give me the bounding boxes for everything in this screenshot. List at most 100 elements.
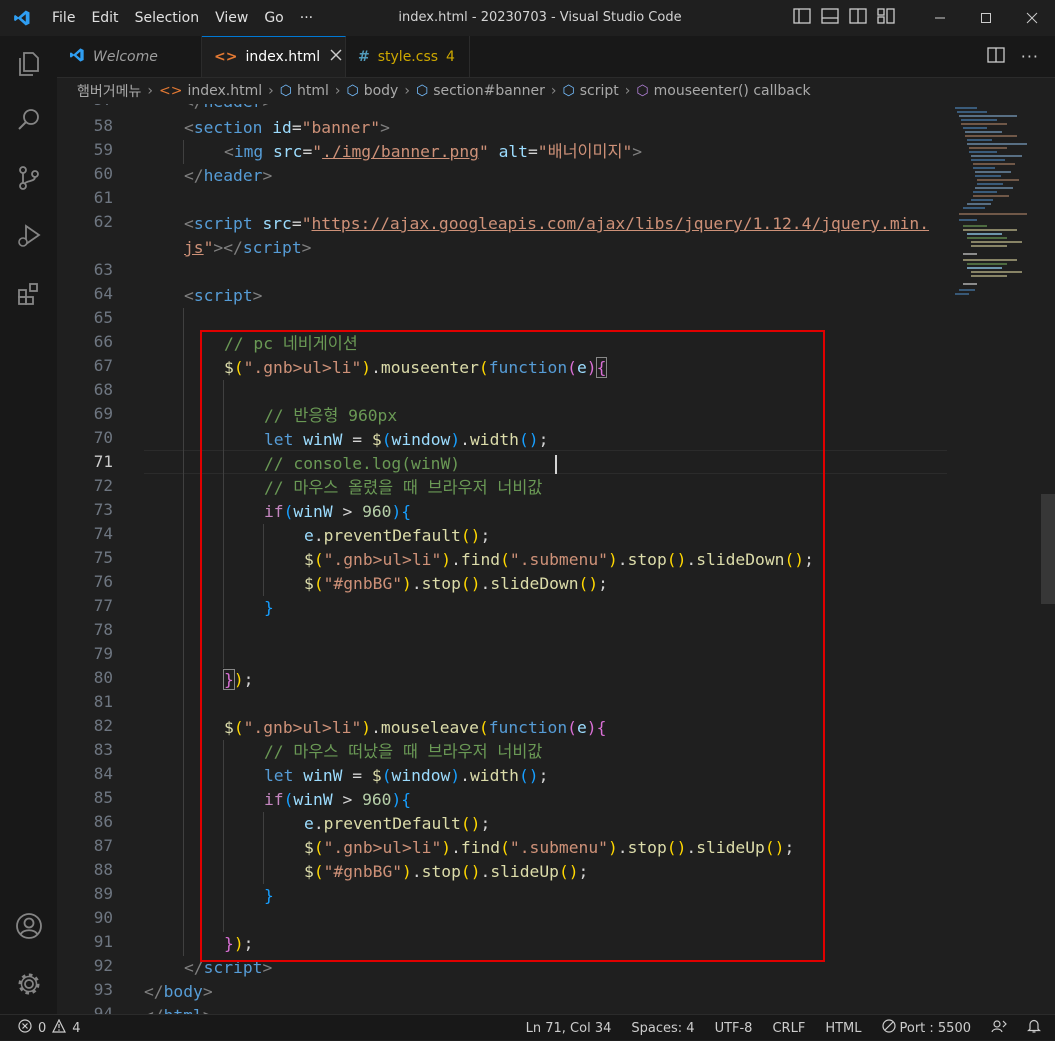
symbol-element-icon: ⬡ <box>279 83 292 99</box>
css-icon: # <box>358 48 370 65</box>
line-number: 84 <box>93 764 113 783</box>
code-link[interactable]: https://ajax.googleapis.com/ajax/libs/jq… <box>312 214 930 233</box>
line-number: 62 <box>93 212 113 231</box>
chevron-right-icon: › <box>268 83 274 99</box>
line-number: 78 <box>93 620 113 639</box>
breadcrumb-folder[interactable]: 햄버거메뉴 <box>77 81 141 101</box>
vertical-scrollbar[interactable] <box>1041 494 1055 604</box>
minimap[interactable] <box>947 104 1047 1014</box>
search-icon[interactable] <box>0 96 57 144</box>
html-icon: <> <box>214 49 238 65</box>
line-number: 60 <box>93 164 113 183</box>
code-line: </html> <box>144 1004 213 1014</box>
line-number: 94 <box>93 1004 113 1014</box>
breadcrumb-body[interactable]: ⬡ body <box>346 83 398 99</box>
line-number-current: 71 <box>93 452 113 471</box>
run-debug-icon[interactable] <box>0 212 57 260</box>
breadcrumb-section[interactable]: ⬡ section#banner <box>416 83 545 99</box>
minimize-icon[interactable] <box>917 0 963 36</box>
line-number: 92 <box>93 956 113 975</box>
line-number: 82 <box>93 716 113 735</box>
line-number: 65 <box>93 308 113 327</box>
code-line: <img src="./img/banner.png" alt="배너이미지"> <box>224 142 643 161</box>
toggle-panel-icon[interactable] <box>821 8 839 28</box>
line-number: 85 <box>93 788 113 807</box>
manage-gear-icon[interactable] <box>0 960 57 1008</box>
line-number: 72 <box>93 476 113 495</box>
code-line: </header> <box>184 166 273 185</box>
tab-label: index.html <box>245 49 321 65</box>
menu-selection[interactable]: Selection <box>127 0 208 36</box>
code-line: <section id="banner"> <box>184 118 390 137</box>
status-bar: 0 4 Ln 71, Col 34 Spaces: 4 UTF-8 CRLF H… <box>0 1014 1055 1040</box>
maximize-icon[interactable] <box>963 0 1009 36</box>
cursor-position[interactable]: Ln 71, Col 34 <box>526 1021 612 1036</box>
more-actions-icon[interactable]: ··· <box>1021 47 1039 66</box>
error-icon <box>18 1019 32 1037</box>
warning-icon <box>52 1018 67 1037</box>
line-number: 91 <box>93 932 113 951</box>
extensions-icon[interactable] <box>0 270 57 318</box>
toggle-primary-sidebar-icon[interactable] <box>793 8 811 28</box>
code-line: <script> <box>184 286 263 305</box>
close-window-icon[interactable] <box>1009 0 1055 36</box>
line-number: 64 <box>93 284 113 303</box>
line-number: 86 <box>93 812 113 831</box>
close-tab-icon[interactable] <box>330 49 342 65</box>
symbol-element-icon: ⬡ <box>346 83 359 99</box>
vscode-icon <box>69 47 85 67</box>
code-link[interactable]: ./img/banner.png <box>322 142 479 161</box>
toggle-secondary-sidebar-icon[interactable] <box>849 8 867 28</box>
line-number: 81 <box>93 692 113 711</box>
breadcrumb-callback[interactable]: ⬡ mouseenter() callback <box>636 83 810 99</box>
end-of-line[interactable]: CRLF <box>772 1021 805 1036</box>
source-control-icon[interactable] <box>0 154 57 202</box>
breadcrumb-file[interactable]: <> index.html <box>159 83 262 99</box>
menu-edit[interactable]: Edit <box>83 0 126 36</box>
line-number: 63 <box>93 260 113 279</box>
code-line: <script src="https://ajax.googleapis.com… <box>184 214 930 233</box>
line-number: 83 <box>93 740 113 759</box>
breadcrumb: 햄버거메뉴 › <> index.html › ⬡ html › ⬡ body › ⬡… <box>57 78 1055 104</box>
encoding[interactable]: UTF-8 <box>715 1021 753 1036</box>
customize-layout-icon[interactable] <box>877 8 895 28</box>
code-string: "banner" <box>301 118 381 137</box>
notifications-bell-icon[interactable] <box>1027 1019 1041 1037</box>
line-number: 66 <box>93 332 113 351</box>
code-string: "배너이미지" <box>537 142 633 161</box>
chevron-right-icon: › <box>147 83 154 99</box>
breadcrumb-label: 햄버거메뉴 <box>77 84 142 100</box>
menu-more[interactable]: ··· <box>292 0 321 36</box>
chevron-right-icon: › <box>334 83 341 99</box>
symbol-method-icon: ⬡ <box>636 83 649 99</box>
line-number: 79 <box>93 644 113 663</box>
line-number: 77 <box>93 596 113 615</box>
highlight-annotation-box <box>200 330 825 962</box>
warning-count: 4 <box>72 1020 81 1036</box>
chevron-right-icon: › <box>404 83 410 99</box>
tab-label: style.css <box>377 48 439 65</box>
accounts-icon[interactable] <box>0 902 57 950</box>
live-server-port[interactable]: Port : 5500 <box>881 1019 971 1037</box>
breadcrumb-html[interactable]: ⬡ html <box>280 83 329 99</box>
breadcrumb-label: index.html <box>187 83 263 99</box>
accounts-feedback-icon[interactable] <box>991 1019 1007 1037</box>
problems-indicator[interactable]: 0 4 <box>18 1015 81 1041</box>
menu-file[interactable]: File <box>44 0 83 36</box>
indentation[interactable]: Spaces: 4 <box>631 1021 694 1036</box>
breadcrumb-label: body <box>363 83 399 99</box>
split-editor-icon[interactable] <box>987 46 1005 67</box>
language-mode[interactable]: HTML <box>825 1021 861 1036</box>
code-editor[interactable]: 57 58 59 60 61 62 63 64 65 66 67 68 69 7… <box>57 104 1055 1014</box>
tab-welcome[interactable]: Welcome <box>57 36 202 77</box>
line-number: 58 <box>93 116 113 135</box>
symbol-element-icon: ⬡ <box>415 83 429 99</box>
breadcrumb-script[interactable]: ⬡ script <box>563 83 619 99</box>
symbol-element-icon: ⬡ <box>562 83 575 99</box>
explorer-icon[interactable] <box>0 40 57 88</box>
code-link[interactable]: js <box>184 238 204 257</box>
tab-index-html[interactable]: <> index.html <box>202 36 346 77</box>
menu-view[interactable]: View <box>207 0 256 36</box>
tab-style-css[interactable]: # style.css 4 <box>346 36 470 77</box>
menu-go[interactable]: Go <box>256 0 291 36</box>
